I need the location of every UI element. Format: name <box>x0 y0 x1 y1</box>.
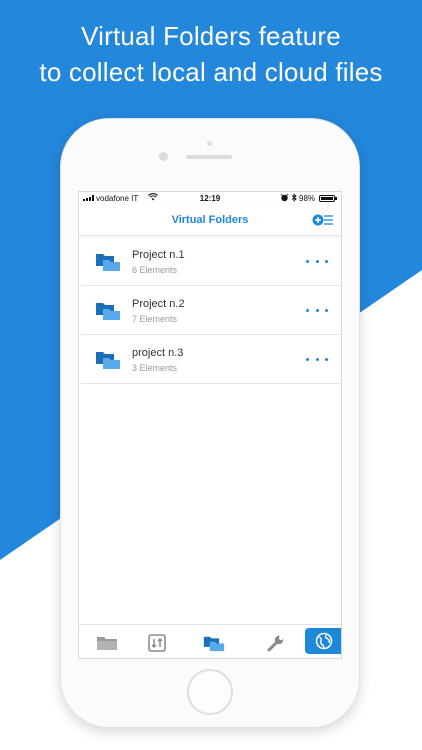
battery-icon <box>319 195 337 202</box>
front-sensor <box>207 141 212 146</box>
app-screen: vodafone IT 12:19 98% Virtual Folders Pr… <box>78 191 342 659</box>
folder-element-count: 3 Elements <box>132 363 178 373</box>
more-dots-icon <box>306 357 309 361</box>
globe-icon <box>315 632 333 650</box>
earpiece-speaker <box>186 155 232 159</box>
more-options-button[interactable] <box>306 256 328 266</box>
add-virtual-folder-button[interactable] <box>312 213 334 227</box>
tab-virtual-folders[interactable] <box>197 625 231 658</box>
more-options-button[interactable] <box>306 354 328 364</box>
tab-transfers[interactable] <box>141 625 173 658</box>
folder-row[interactable]: Project n.1 6 Elements <box>81 237 341 286</box>
virtual-folders-icon <box>203 636 225 651</box>
folder-name: Project n.2 <box>132 298 185 310</box>
folder-icon <box>96 254 120 271</box>
folder-icon <box>97 637 117 650</box>
folder-icon <box>96 352 120 369</box>
front-camera <box>159 152 168 161</box>
folder-element-count: 6 Elements <box>132 265 178 275</box>
wrench-icon <box>267 635 284 652</box>
page-title: Virtual Folders <box>171 214 249 226</box>
phone-frame: vodafone IT 12:19 98% Virtual Folders Pr… <box>61 119 359 727</box>
tab-local-files[interactable] <box>89 625 125 658</box>
tab-cloud-web[interactable] <box>305 628 341 654</box>
folder-name: Project n.1 <box>132 249 185 261</box>
status-bar: vodafone IT 12:19 98% <box>79 192 341 205</box>
folder-row[interactable]: Project n.2 7 Elements <box>81 286 341 335</box>
home-button[interactable] <box>187 669 233 715</box>
add-list-icon <box>312 214 333 226</box>
bluetooth-icon <box>291 193 297 204</box>
tab-bar <box>79 624 341 658</box>
alarm-icon <box>280 193 289 204</box>
battery-percentage: 98% <box>299 194 316 203</box>
more-dots-icon <box>306 308 309 312</box>
more-options-button[interactable] <box>306 305 328 315</box>
promo-headline-line-1: Virtual Folders feature <box>81 21 341 51</box>
folder-name: project n.3 <box>132 347 184 359</box>
transfer-icon <box>148 634 166 652</box>
tab-settings[interactable] <box>259 625 293 658</box>
more-dots-icon <box>306 259 309 263</box>
promo-headline: Virtual Folders feature to collect local… <box>0 18 422 90</box>
promo-headline-line-2: to collect local and cloud files <box>39 57 383 87</box>
folder-icon <box>96 303 120 320</box>
virtual-folder-list: Project n.1 6 Elements Project n.2 7 Ele… <box>81 237 341 384</box>
folder-element-count: 7 Elements <box>132 314 178 324</box>
navigation-bar: Virtual Folders <box>79 205 341 236</box>
folder-row[interactable]: project n.3 3 Elements <box>81 335 341 384</box>
